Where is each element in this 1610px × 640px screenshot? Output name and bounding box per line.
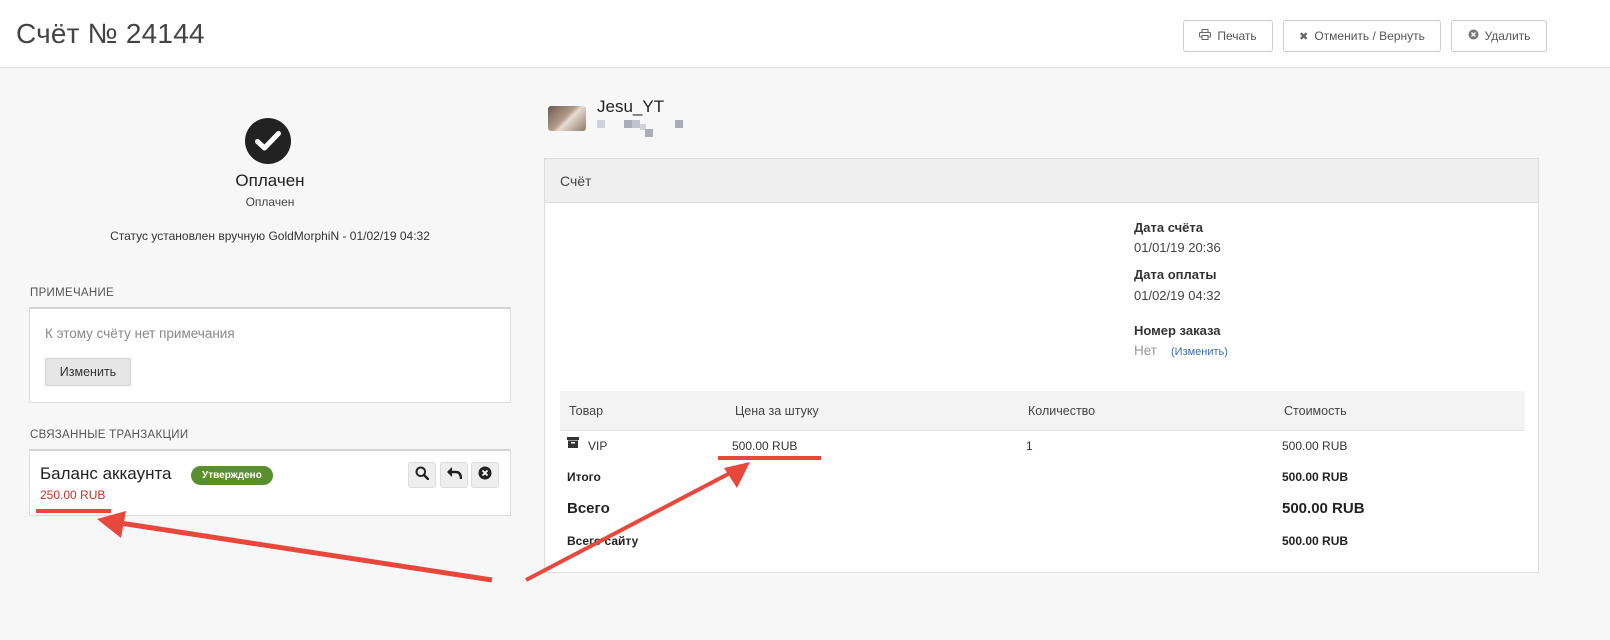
- cancel-refund-button-label: Отменить / Вернуть: [1314, 29, 1425, 43]
- item-name: VIP: [588, 439, 608, 453]
- transaction-amount: 250.00 RUB: [40, 488, 106, 502]
- delete-button[interactable]: Удалить: [1451, 20, 1547, 52]
- customer-name[interactable]: Jesu_YT: [597, 97, 664, 117]
- search-icon: [415, 466, 430, 485]
- transactions-section-label: СВЯЗАННЫЕ ТРАНЗАКЦИИ: [30, 429, 189, 441]
- item-price: 500.00 RUB: [732, 439, 798, 453]
- column-header-item: Товар: [569, 404, 604, 418]
- page-title: Счёт № 24144: [16, 18, 205, 49]
- note-text: К этому счёту нет примечания: [45, 326, 235, 341]
- invoice-panel-header: Счёт: [545, 159, 1538, 203]
- column-header-unit-price: Цена за штуку: [735, 404, 819, 418]
- print-button[interactable]: Печать: [1183, 20, 1273, 52]
- note-section-label: ПРИМЕЧАНИЕ: [30, 287, 115, 299]
- order-number: Нет: [1134, 343, 1157, 358]
- status-note: Статус установлен вручную GoldMorphiN - …: [110, 229, 430, 243]
- status-subtitle: Оплачен: [245, 195, 295, 209]
- user-avatar: [548, 106, 586, 131]
- delete-button-label: Удалить: [1484, 29, 1531, 43]
- circle-close-icon: [478, 466, 492, 485]
- subtotal-label: Итого: [567, 470, 601, 484]
- payment-date: 01/02/19 04:32: [1134, 288, 1221, 303]
- remove-transaction-button[interactable]: [471, 462, 499, 488]
- reply-icon: [446, 466, 463, 485]
- total-value: 500.00 RUB: [1282, 500, 1365, 517]
- order-number-label: Номер заказа: [1134, 323, 1221, 338]
- status-title: Оплачен: [235, 171, 305, 190]
- archive-icon: [567, 437, 579, 451]
- note-panel: К этому счёту нет примечания Изменить: [29, 307, 511, 403]
- print-button-label: Печать: [1217, 29, 1257, 43]
- site-total-value: 500.00 RUB: [1282, 534, 1349, 548]
- close-icon: ✖: [1299, 30, 1309, 43]
- item-quantity: 1: [1026, 439, 1033, 453]
- arrow-mark: [97, 511, 493, 583]
- transaction-title: Баланс аккаунта: [40, 464, 172, 483]
- column-header-cost: Стоимость: [1284, 404, 1347, 418]
- invoice-panel-title: Счёт: [560, 173, 592, 189]
- total-label: Всего: [567, 500, 610, 517]
- payment-date-label: Дата оплаты: [1134, 267, 1217, 282]
- cancel-refund-button[interactable]: ✖ Отменить / Вернуть: [1283, 20, 1441, 52]
- status-badge: Утверждено: [191, 466, 273, 485]
- invoice-panel: Счёт Дата счёта 01/01/19 20:36 Дата опла…: [544, 158, 1539, 573]
- top-bar: Счёт № 24144 Печать ✖ Отменить / Вернуть…: [0, 0, 1610, 68]
- refund-transaction-button[interactable]: [440, 462, 468, 488]
- item-cost: 500.00 RUB: [1282, 439, 1348, 453]
- circle-close-icon: [1468, 29, 1479, 43]
- printer-icon: [1199, 29, 1212, 43]
- invoice-date-label: Дата счёта: [1134, 220, 1203, 235]
- change-order-link[interactable]: (Изменить): [1171, 346, 1228, 358]
- site-total-label: Всего сайту: [567, 534, 639, 548]
- subtotal-value: 500.00 RUB: [1282, 470, 1349, 484]
- column-header-quantity: Количество: [1028, 404, 1096, 418]
- transaction-item: Баланс аккаунта Утверждено 250.00 RUB: [29, 449, 511, 516]
- check-circle-icon: [245, 118, 291, 164]
- edit-note-button[interactable]: Изменить: [45, 358, 131, 386]
- invoice-date: 01/01/19 20:36: [1134, 240, 1221, 255]
- view-transaction-button[interactable]: [408, 462, 436, 488]
